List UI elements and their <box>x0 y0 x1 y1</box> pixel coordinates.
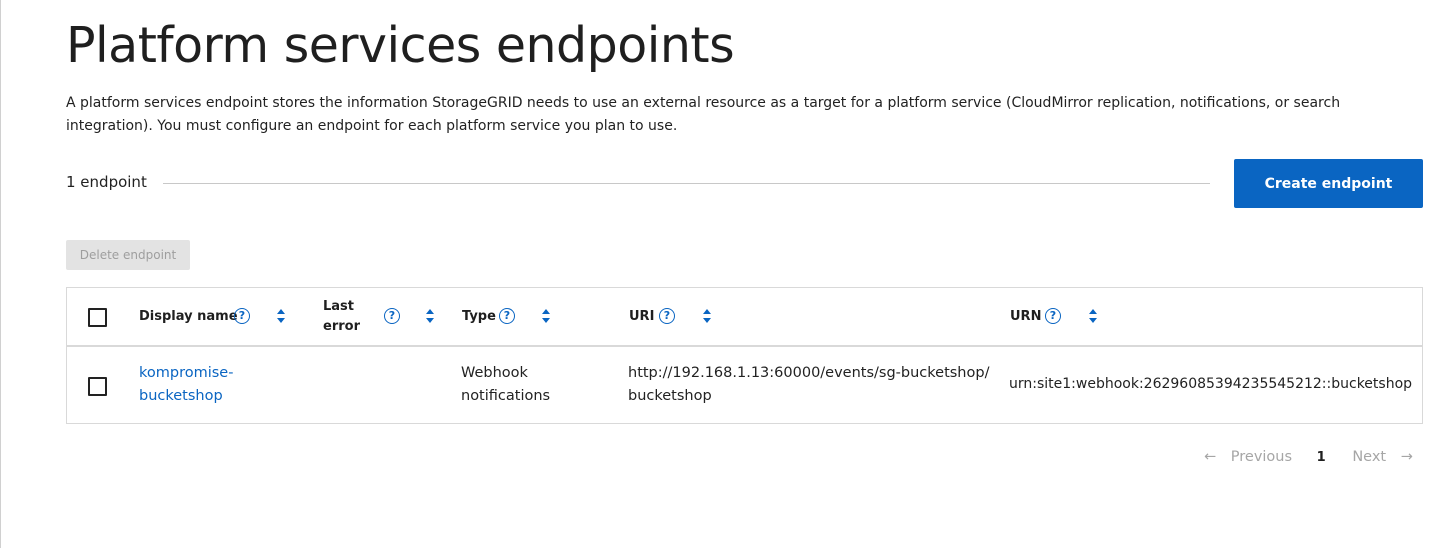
row-checkbox[interactable] <box>88 377 107 396</box>
next-page-button[interactable]: Next <box>1352 449 1386 465</box>
help-icon[interactable]: ? <box>1045 308 1061 324</box>
uri-cell: bucketshop <box>628 388 712 404</box>
endpoint-count: 1 endpoint <box>66 173 147 191</box>
help-icon[interactable]: ? <box>499 308 515 324</box>
sort-icon[interactable] <box>277 309 285 323</box>
page-description: A platform services endpoint stores the … <box>66 95 1341 134</box>
help-icon[interactable]: ? <box>384 308 400 324</box>
endpoint-display-name-link[interactable]: kompromise- <box>139 362 233 385</box>
arrow-left-icon[interactable]: ← <box>1204 449 1216 465</box>
current-page[interactable]: 1 <box>1317 450 1326 465</box>
column-header-last-error-line2[interactable]: error <box>323 317 360 337</box>
uri-cell: http://192.168.1.13:60000/events/sg-buck… <box>628 365 990 381</box>
page-title: Platform services endpoints <box>66 17 735 74</box>
previous-page-button[interactable]: Previous <box>1231 449 1292 465</box>
column-header-urn[interactable]: URN <box>1010 307 1041 327</box>
type-cell: notifications <box>461 388 551 404</box>
create-endpoint-button[interactable]: Create endpoint <box>1234 159 1423 208</box>
pagination: ← Previous 1 Next → <box>1204 446 1413 468</box>
delete-endpoint-button[interactable]: Delete endpoint <box>66 240 190 270</box>
divider <box>163 183 1210 184</box>
sort-icon[interactable] <box>703 309 711 323</box>
column-header-display-name[interactable]: Display name <box>139 307 238 327</box>
table-header: Display name ? Last error ? Type ? URI ?… <box>67 288 1422 347</box>
sort-icon[interactable] <box>542 309 550 323</box>
help-icon[interactable]: ? <box>659 308 675 324</box>
column-header-last-error-line1[interactable]: Last <box>323 297 354 317</box>
sort-icon[interactable] <box>1089 309 1097 323</box>
column-header-type[interactable]: Type <box>462 307 496 327</box>
type-cell: Webhook <box>461 365 528 381</box>
left-border <box>0 0 1 548</box>
endpoint-display-name-link[interactable]: bucketshop <box>139 385 223 408</box>
urn-cell: urn:site1:webhook:2629608539423554521​2:… <box>1009 376 1413 392</box>
arrow-right-icon[interactable]: → <box>1401 449 1413 465</box>
column-header-uri[interactable]: URI <box>629 307 654 327</box>
select-all-checkbox[interactable] <box>88 308 107 327</box>
sort-icon[interactable] <box>426 309 434 323</box>
help-icon[interactable]: ? <box>234 308 250 324</box>
table-row: kompromise- bucketshop Webhook notificat… <box>67 347 1422 423</box>
table-toolbar: 1 endpoint Create endpoint <box>66 159 1423 208</box>
endpoints-table: Display name ? Last error ? Type ? URI ?… <box>66 287 1423 424</box>
